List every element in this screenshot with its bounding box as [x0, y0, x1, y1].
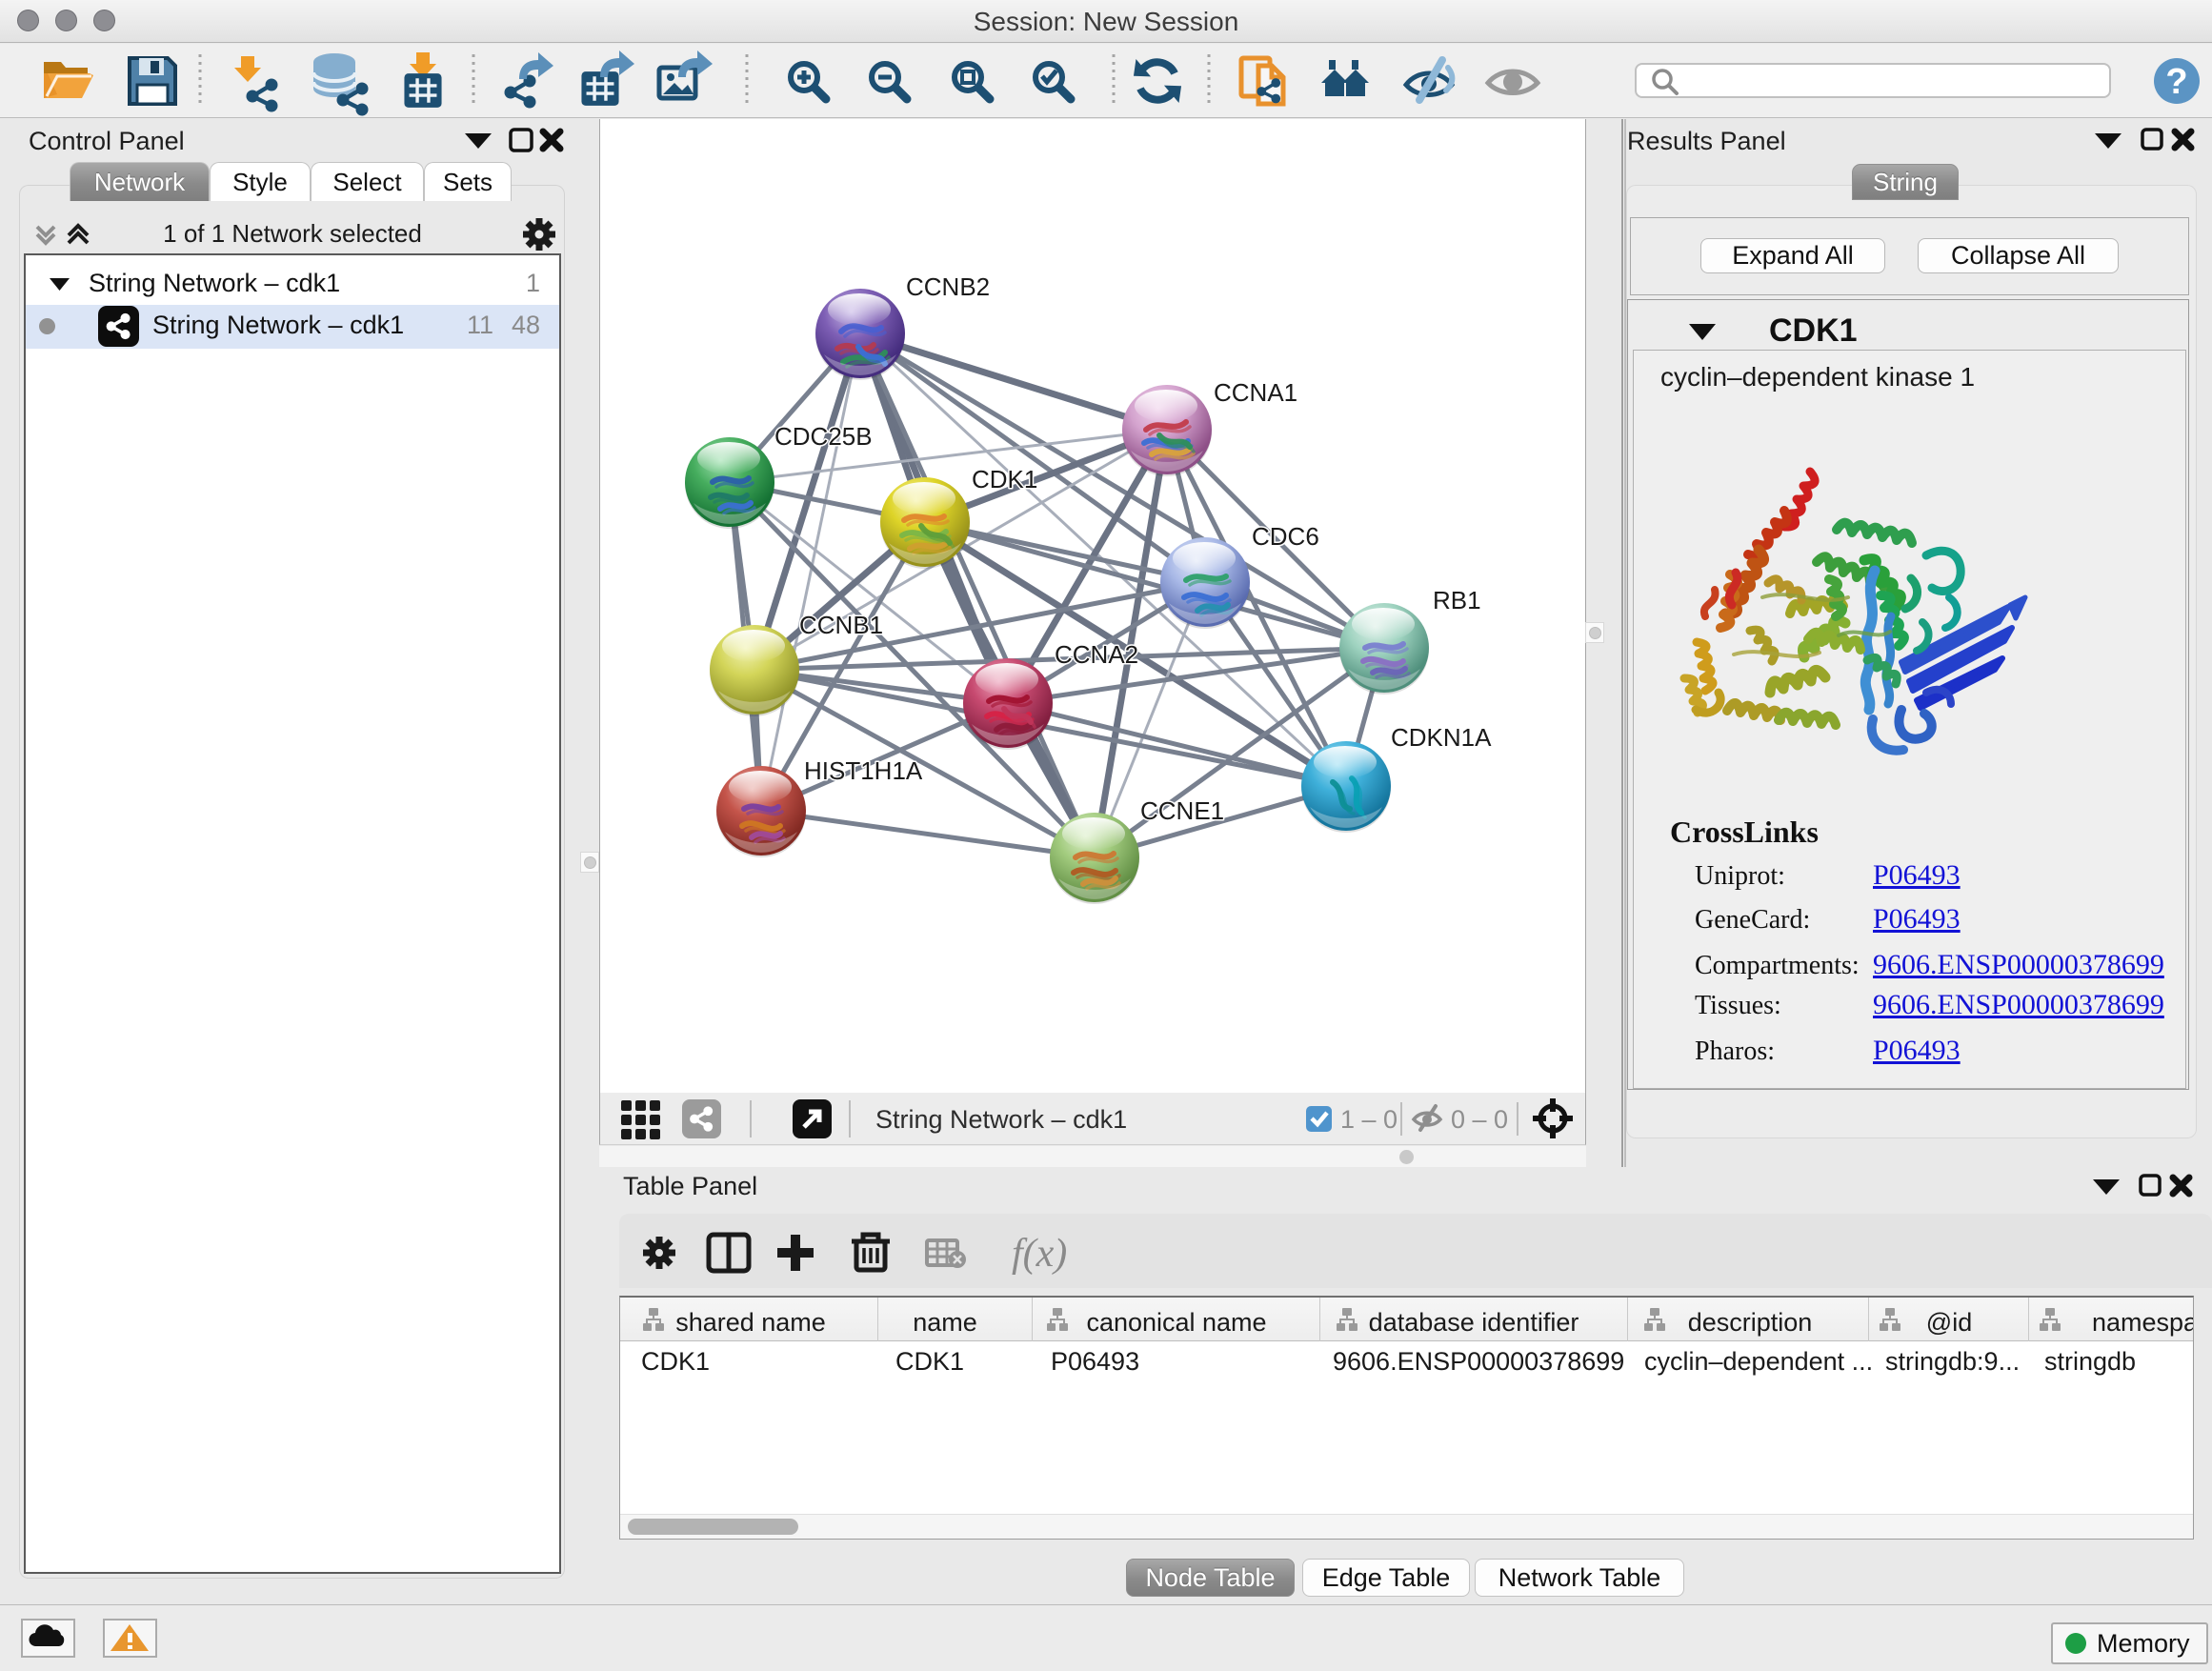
svg-text:CCNB2: CCNB2	[906, 272, 990, 301]
svg-text:CDKN1A: CDKN1A	[1391, 723, 1492, 752]
svg-text:@id: @id	[1926, 1308, 1972, 1337]
svg-text:1 – 0: 1 – 0	[1340, 1105, 1398, 1134]
svg-text:?: ?	[2165, 62, 2187, 102]
svg-text:0 – 0: 0 – 0	[1451, 1105, 1508, 1134]
svg-text:CCNB1: CCNB1	[799, 611, 883, 639]
svg-text:namespace: namespace	[2092, 1308, 2193, 1337]
svg-text:description: description	[1688, 1308, 1813, 1337]
svg-text:CDK1: CDK1	[972, 465, 1037, 493]
svg-text:String Network – cdk1: String Network – cdk1	[875, 1105, 1127, 1134]
svg-text:RB1: RB1	[1433, 586, 1481, 614]
svg-text:CDC6: CDC6	[1252, 522, 1319, 551]
svg-text:CCNA2: CCNA2	[1055, 640, 1138, 669]
svg-text:f(x): f(x)	[1012, 1232, 1067, 1276]
svg-text:CCNE1: CCNE1	[1140, 796, 1224, 825]
svg-text:CDC25B: CDC25B	[774, 422, 873, 451]
svg-text:HIST1H1A: HIST1H1A	[804, 756, 923, 785]
svg-text:database identifier: database identifier	[1369, 1308, 1579, 1337]
svg-text:shared name: shared name	[675, 1308, 826, 1337]
svg-text:name: name	[913, 1308, 977, 1337]
svg-text:canonical name: canonical name	[1086, 1308, 1266, 1337]
svg-text:CCNA1: CCNA1	[1214, 378, 1297, 407]
